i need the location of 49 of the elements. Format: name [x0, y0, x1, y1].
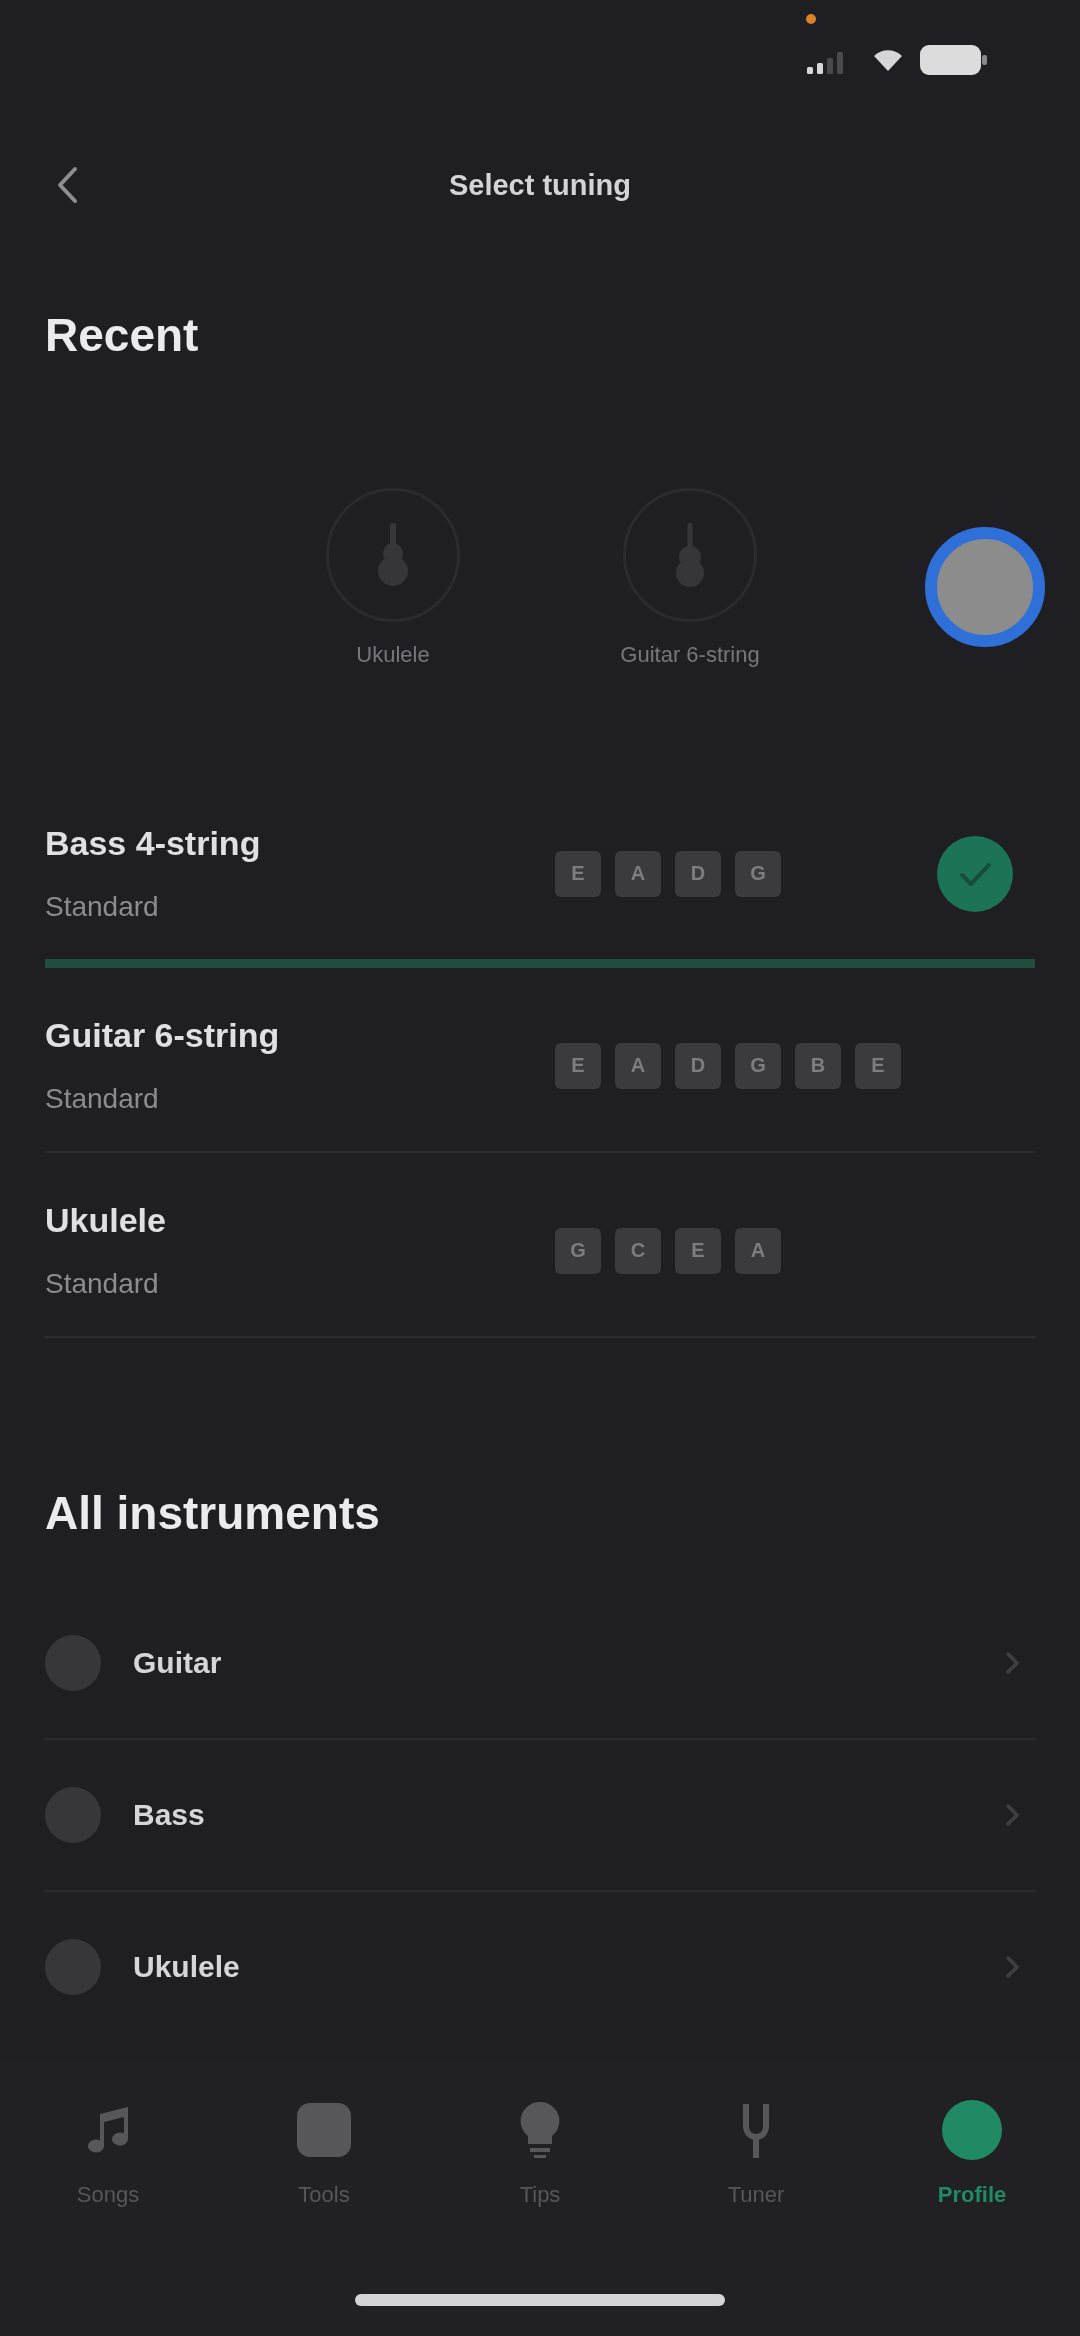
- chevron-right-icon: [1005, 1803, 1020, 1827]
- note-chip: A: [735, 1227, 781, 1274]
- instrument-name: Bass 4-string: [45, 823, 261, 864]
- note-chip: C: [615, 1227, 661, 1274]
- back-button[interactable]: [56, 166, 78, 204]
- tuning-row[interactable]: Ukulele Standard G C E A: [45, 1153, 1035, 1338]
- instrument-row[interactable]: Bass: [45, 1740, 1035, 1892]
- circle-icon: [45, 1939, 101, 1995]
- note-chip: E: [675, 1227, 721, 1274]
- nav-tab[interactable]: Profile: [864, 2100, 1080, 2209]
- wifi-icon: [873, 49, 903, 71]
- note-chip: G: [735, 1042, 781, 1089]
- note-chip: A: [615, 850, 661, 897]
- section-heading: All instruments: [45, 1486, 380, 1541]
- tuning-name: Standard: [45, 890, 159, 924]
- tuning-row[interactable]: Guitar 6-string Standard E A D G B E: [45, 968, 1035, 1153]
- note-chip: E: [555, 1042, 601, 1089]
- recent-tuning-label: Ukulele: [356, 641, 430, 669]
- note-chip: E: [555, 850, 601, 897]
- note-chip: D: [675, 1042, 721, 1089]
- instrument-name: Ukulele: [45, 1200, 166, 1241]
- note-chip: A: [615, 1042, 661, 1089]
- instrument-row[interactable]: Guitar: [45, 1588, 1035, 1740]
- tuning-name: Standard: [45, 1082, 159, 1116]
- circle-icon: [45, 1787, 101, 1843]
- tuning-name: Standard: [45, 1267, 159, 1301]
- screen-title: Select tuning: [448, 168, 632, 203]
- checkmark-icon: [937, 835, 1013, 912]
- section-heading: Recent: [45, 308, 199, 363]
- note-chip: G: [555, 1227, 601, 1274]
- recent-tuning-button[interactable]: [326, 488, 460, 622]
- recording-indicator-icon: [806, 14, 816, 24]
- chevron-right-icon: [1005, 1651, 1020, 1675]
- avatar-icon: [942, 2100, 1002, 2160]
- instrument-row[interactable]: Ukulele: [45, 1892, 1035, 2042]
- recent-tuning-label: Guitar 6-string: [620, 641, 760, 669]
- chevron-right-icon: [1005, 1955, 1020, 1979]
- note-chip: G: [735, 850, 781, 897]
- instrument-name: Guitar 6-string: [45, 1015, 280, 1056]
- circle-icon: [45, 1635, 101, 1691]
- chevron-left-icon: [56, 166, 78, 204]
- note-chip: D: [675, 850, 721, 897]
- recent-tuning-button[interactable]: [623, 488, 757, 622]
- note-chip: E: [855, 1042, 901, 1089]
- grid-icon: [294, 2100, 354, 2160]
- tuning-row[interactable]: Bass 4-string Standard E A D G: [45, 776, 1035, 968]
- note-chip: B: [795, 1042, 841, 1089]
- battery-icon: [920, 45, 987, 75]
- signal-icon: [807, 52, 843, 74]
